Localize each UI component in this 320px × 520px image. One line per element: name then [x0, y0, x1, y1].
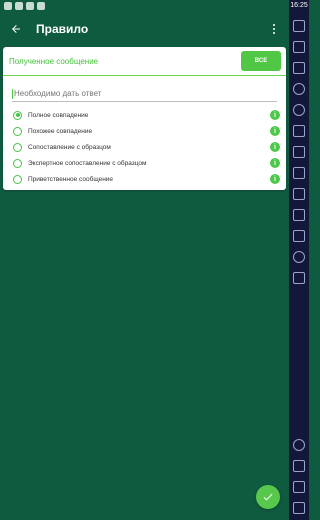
- record-icon[interactable]: [293, 104, 305, 116]
- info-icon[interactable]: i: [270, 110, 280, 120]
- card-header: Полученное сообщение все: [3, 47, 286, 76]
- arrow-left-icon: [12, 25, 20, 33]
- confirm-button[interactable]: [256, 485, 280, 509]
- mail-icon: [4, 2, 12, 10]
- check-icon: [263, 493, 273, 501]
- more-dot-icon: [273, 28, 275, 30]
- radio-icon[interactable]: [13, 158, 22, 168]
- answer-field[interactable]: [12, 86, 277, 102]
- back-button[interactable]: [8, 21, 24, 37]
- apk-icon[interactable]: [293, 146, 305, 158]
- folder-icon[interactable]: [293, 188, 305, 200]
- crop-icon[interactable]: [293, 167, 305, 179]
- option-pattern-match[interactable]: Сопоставление с образцом i: [3, 139, 286, 155]
- answer-input[interactable]: [14, 89, 277, 98]
- option-label: Приветственное сообщение: [28, 175, 114, 183]
- more-options-button[interactable]: [267, 21, 281, 37]
- info-icon[interactable]: i: [270, 142, 280, 152]
- volume-icon[interactable]: [293, 20, 305, 32]
- text-cursor: [12, 88, 13, 99]
- play-icon[interactable]: [293, 83, 305, 95]
- android-icon: [15, 2, 23, 10]
- mute-icon[interactable]: [293, 62, 305, 74]
- robot-icon[interactable]: [293, 125, 305, 137]
- info-icon[interactable]: i: [270, 158, 280, 168]
- option-expert-pattern-match[interactable]: Экспертное сопоставление с образцом i: [3, 155, 286, 171]
- more-dot-icon: [273, 32, 275, 34]
- location-icon[interactable]: [293, 251, 305, 263]
- info-icon[interactable]: i: [270, 126, 280, 136]
- shield-icon: [37, 2, 45, 10]
- radio-icon[interactable]: [13, 142, 22, 152]
- option-label: Полное совпадение: [28, 111, 89, 119]
- match-options: Полное совпадение i Похожее совпадение i…: [3, 107, 286, 187]
- pencil-icon[interactable]: [293, 230, 305, 242]
- recent-icon[interactable]: [293, 502, 305, 514]
- app-window: Правило Полученное сообщение все Полное …: [0, 0, 289, 520]
- page-title: Правило: [36, 22, 89, 36]
- copy-icon[interactable]: [293, 209, 305, 221]
- option-similar-match[interactable]: Похожее совпадение i: [3, 123, 286, 139]
- option-label: Сопоставление с образцом: [28, 143, 111, 151]
- radio-icon[interactable]: [13, 174, 22, 184]
- option-label: Экспертное сопоставление с образцом: [28, 159, 147, 167]
- option-full-match[interactable]: Полное совпадение i: [3, 107, 286, 123]
- radio-icon[interactable]: [13, 126, 22, 136]
- back-icon[interactable]: [293, 460, 305, 472]
- all-button[interactable]: все: [241, 51, 281, 71]
- layers-icon[interactable]: [293, 272, 305, 284]
- option-label: Похожее совпадение: [28, 127, 93, 135]
- info-icon[interactable]: i: [270, 174, 280, 184]
- received-message-label: Полученное сообщение: [9, 56, 99, 66]
- settings-icon[interactable]: [293, 439, 305, 451]
- clock: 16:25: [290, 2, 308, 9]
- toolbar: Правило: [0, 12, 289, 46]
- android-icon: [26, 2, 34, 10]
- home-icon[interactable]: [293, 481, 305, 493]
- rule-card: Полученное сообщение все Полное совпаден…: [3, 47, 286, 190]
- tv-icon[interactable]: [293, 41, 305, 53]
- more-dot-icon: [273, 24, 275, 26]
- status-bar: [0, 0, 289, 12]
- emulator-sidebar: 16:25: [289, 0, 309, 520]
- radio-selected-icon[interactable]: [13, 110, 22, 120]
- option-welcome-message[interactable]: Приветственное сообщение i: [3, 171, 286, 187]
